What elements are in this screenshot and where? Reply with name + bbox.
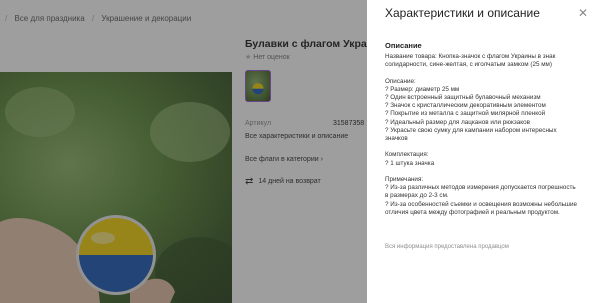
description-line: ? Покрытие из металла с защитной милярно… bbox=[385, 110, 546, 118]
description-line: Название товара: Кнопка-значок с флагом … bbox=[385, 53, 556, 60]
description-line: ? Украсьте свою сумку для кампании набор… bbox=[385, 126, 557, 134]
specs-panel: Характеристики и описание ✕ Описание Наз… bbox=[367, 0, 600, 303]
description-line: Комплектация: bbox=[385, 151, 429, 159]
description-line: ? Размер: диаметр 25 мм bbox=[385, 85, 460, 93]
description-line: ? Из-за особенностей съемки и освещения … bbox=[385, 200, 577, 208]
description-line: в размерах до 2-3 см. bbox=[385, 192, 449, 200]
description-line: отличия цвета между фотографией и реальн… bbox=[385, 208, 560, 216]
description-spacer bbox=[385, 143, 590, 151]
description-line: ? 1 штука значка bbox=[385, 159, 435, 167]
seller-info-note: Вся информация предоставлена продавцом bbox=[385, 244, 509, 250]
description-line: солидарности, сине-желтая, с иголчатым з… bbox=[385, 61, 552, 69]
description-line: ? Идеальный размер для лацканов или рюкз… bbox=[385, 118, 530, 126]
close-icon[interactable]: ✕ bbox=[577, 7, 589, 19]
description-spacer bbox=[385, 168, 590, 176]
description-heading: Описание bbox=[385, 41, 422, 50]
description-text: Название товара: Кнопка-значок с флагом … bbox=[385, 53, 590, 217]
description-line: Примечания: bbox=[385, 176, 424, 183]
description-line: ? Один встроенный защитный булавочный ме… bbox=[385, 94, 541, 101]
description-line: Описание: bbox=[385, 77, 416, 85]
description-spacer bbox=[385, 69, 590, 77]
description-line: ? Из-за различных методов измерения допу… bbox=[385, 184, 576, 192]
panel-title: Характеристики и описание bbox=[385, 6, 540, 20]
description-line: значков bbox=[385, 135, 408, 143]
